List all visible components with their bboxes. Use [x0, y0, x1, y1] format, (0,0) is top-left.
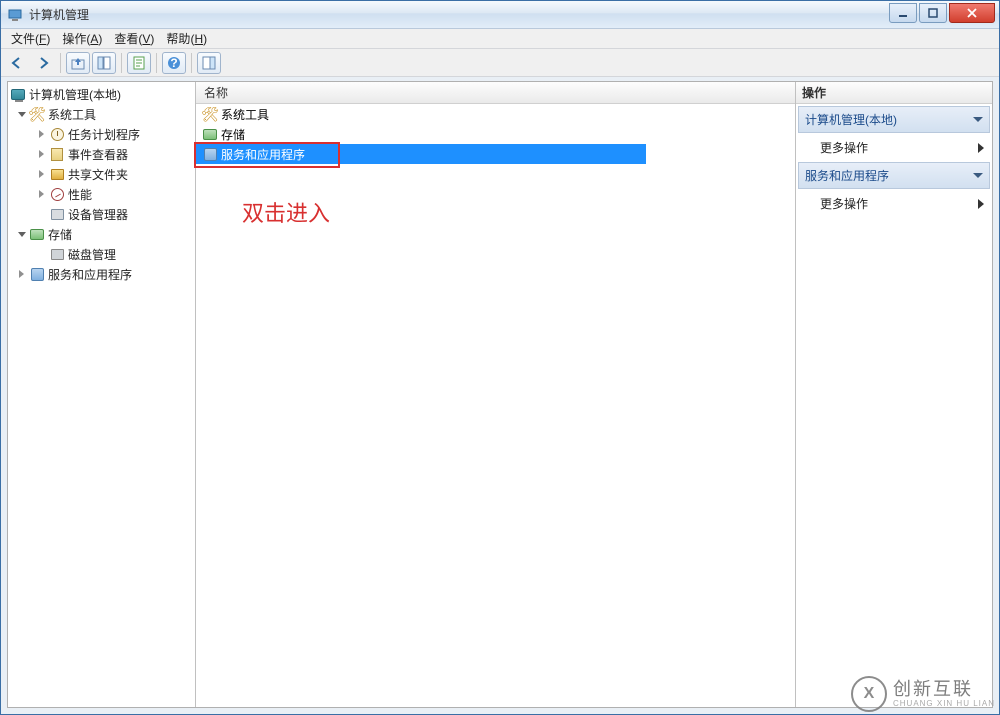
tools-icon: 🛠 [202, 106, 218, 122]
tree-node-system-tools[interactable]: 🛠 系统工具 [8, 104, 195, 124]
toolbar-separator [121, 53, 122, 73]
list-item-label: 存储 [221, 126, 245, 143]
menu-action[interactable]: 操作(A) [56, 28, 108, 49]
play-icon [978, 199, 984, 209]
minimize-button[interactable] [889, 3, 917, 23]
watermark-text: 创新互联 CHUANG XIN HU LIAN [893, 680, 995, 709]
menubar: 文件(F) 操作(A) 查看(V) 帮助(H) [1, 29, 999, 49]
list-item-system-tools[interactable]: 🛠 系统工具 [196, 104, 795, 124]
storage-icon [202, 126, 218, 142]
close-button[interactable] [949, 3, 995, 23]
chevron-up-icon [973, 117, 983, 122]
app-window: 计算机管理 文件(F) 操作(A) 查看(V) 帮助(H) ? [0, 0, 1000, 715]
action-section-title: 计算机管理(本地) [805, 111, 897, 128]
tree-node-disk-management[interactable]: 磁盘管理 [8, 244, 195, 264]
expander-icon[interactable] [16, 269, 27, 280]
expander-icon[interactable] [16, 109, 27, 120]
tree-root[interactable]: 计算机管理(本地) [8, 84, 195, 104]
storage-icon [29, 226, 45, 242]
list-item-storage[interactable]: 存储 [196, 124, 795, 144]
clock-icon [49, 126, 65, 142]
actions-header: 操作 [796, 82, 992, 104]
list-pane[interactable]: 名称 🛠 系统工具 存储 服务和应用程序 双击进入 [196, 82, 796, 707]
watermark-logo-icon: X [851, 676, 887, 712]
play-icon [978, 143, 984, 153]
menu-help[interactable]: 帮助(H) [160, 28, 213, 49]
tree-node-event-viewer[interactable]: 事件查看器 [8, 144, 195, 164]
tree-node-task-scheduler[interactable]: 任务计划程序 [8, 124, 195, 144]
watermark-en: CHUANG XIN HU LIAN [893, 700, 995, 709]
forward-button[interactable] [31, 52, 55, 74]
tree: 计算机管理(本地) 🛠 系统工具 任务计划程序 事件查看器 [8, 82, 195, 286]
device-icon [49, 206, 65, 222]
perf-icon [49, 186, 65, 202]
content-area: 计算机管理(本地) 🛠 系统工具 任务计划程序 事件查看器 [7, 81, 993, 708]
services-icon [202, 146, 218, 162]
show-hide-tree-button[interactable] [92, 52, 116, 74]
tree-node-storage[interactable]: 存储 [8, 224, 195, 244]
properties-button[interactable] [127, 52, 151, 74]
toolbar-separator [156, 53, 157, 73]
expander-spacer [36, 209, 47, 220]
expander-icon[interactable] [16, 229, 27, 240]
tree-node-services-apps[interactable]: 服务和应用程序 [8, 264, 195, 284]
expander-spacer [36, 249, 47, 260]
expander-icon[interactable] [36, 129, 47, 140]
tree-node-shared-folders[interactable]: 共享文件夹 [8, 164, 195, 184]
titlebar[interactable]: 计算机管理 [1, 1, 999, 29]
action-section-services-apps[interactable]: 服务和应用程序 [798, 162, 990, 189]
back-button[interactable] [5, 52, 29, 74]
annotation-text: 双击进入 [242, 196, 330, 228]
show-hide-action-button[interactable] [197, 52, 221, 74]
tree-pane[interactable]: 计算机管理(本地) 🛠 系统工具 任务计划程序 事件查看器 [8, 82, 196, 707]
maximize-button[interactable] [919, 3, 947, 23]
action-more-actions-1[interactable]: 更多操作 [796, 135, 992, 160]
up-level-button[interactable] [66, 52, 90, 74]
list-item-services-apps[interactable]: 服务和应用程序 [196, 144, 646, 164]
list-header-name[interactable]: 名称 [196, 82, 795, 104]
action-item-label: 更多操作 [820, 139, 868, 156]
actions-pane: 操作 计算机管理(本地) 更多操作 服务和应用程序 更多操作 [796, 82, 992, 707]
expander-icon[interactable] [36, 149, 47, 160]
action-more-actions-2[interactable]: 更多操作 [796, 191, 992, 216]
chevron-up-icon [973, 173, 983, 178]
watermark: X 创新互联 CHUANG XIN HU LIAN [851, 676, 995, 712]
share-icon [49, 166, 65, 182]
menu-view[interactable]: 查看(V) [108, 28, 160, 49]
expander-icon[interactable] [36, 189, 47, 200]
app-icon [7, 7, 23, 23]
help-button[interactable]: ? [162, 52, 186, 74]
toolbar: ? [1, 49, 999, 77]
action-section-computer-management[interactable]: 计算机管理(本地) [798, 106, 990, 133]
event-icon [49, 146, 65, 162]
action-item-label: 更多操作 [820, 195, 868, 212]
menu-file[interactable]: 文件(F) [5, 28, 56, 49]
list-item-label: 服务和应用程序 [221, 146, 305, 163]
action-section-title: 服务和应用程序 [805, 167, 889, 184]
expander-icon[interactable] [36, 169, 47, 180]
list-body: 🛠 系统工具 存储 服务和应用程序 双击进入 [196, 104, 795, 164]
toolbar-separator [60, 53, 61, 73]
tree-node-device-manager[interactable]: 设备管理器 [8, 204, 195, 224]
window-title: 计算机管理 [29, 6, 887, 23]
toolbar-separator [191, 53, 192, 73]
tools-icon: 🛠 [29, 106, 45, 122]
computer-icon [10, 86, 26, 102]
watermark-cn: 创新互联 [893, 680, 995, 700]
tree-node-performance[interactable]: 性能 [8, 184, 195, 204]
services-icon [29, 266, 45, 282]
disk-icon [49, 246, 65, 262]
window-controls [887, 3, 995, 23]
list-item-label: 系统工具 [221, 106, 269, 123]
svg-text:?: ? [170, 56, 177, 70]
